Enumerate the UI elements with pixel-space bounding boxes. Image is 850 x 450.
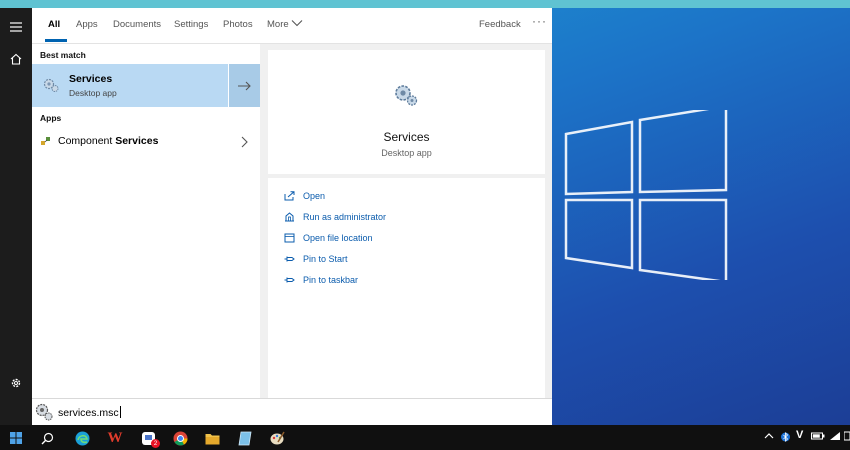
taskbar-search-button[interactable] <box>38 429 56 447</box>
hamburger-icon <box>10 22 22 32</box>
wifi-icon[interactable] <box>829 431 841 441</box>
action-pin-to-start[interactable]: Pin to Start <box>284 251 348 267</box>
action-open-file-location[interactable]: Open file location <box>284 230 373 246</box>
tab-documents[interactable]: Documents <box>113 19 161 30</box>
detail-actions: Open Run as administrator Open file loca… <box>268 178 545 400</box>
tray-vpn-icon[interactable]: V <box>796 429 803 441</box>
start-icon <box>10 432 22 444</box>
more-options-button[interactable]: ··· <box>532 14 547 28</box>
open-details-button[interactable] <box>228 64 260 107</box>
battery-icon[interactable] <box>811 431 825 441</box>
best-match-title: Services <box>69 73 113 85</box>
chevron-down-icon[interactable] <box>291 19 303 27</box>
chrome-icon <box>173 431 187 445</box>
wps-writer-icon: W <box>107 429 123 446</box>
feedback-link[interactable]: Feedback <box>479 19 521 30</box>
services-gears-icon <box>35 403 53 421</box>
search-panel: All Apps Documents Settings Photos More … <box>32 8 552 425</box>
taskbar-notepad[interactable] <box>236 429 254 447</box>
tab-settings[interactable]: Settings <box>174 19 208 30</box>
notepad-icon <box>238 431 252 445</box>
component-services-icon <box>41 137 50 145</box>
run-as-admin-icon <box>285 212 294 222</box>
paint-icon <box>270 431 285 445</box>
notification-badge: 2 <box>151 439 160 448</box>
search-input[interactable]: services.msc <box>58 406 121 419</box>
pin-icon <box>284 277 295 283</box>
search-icon <box>41 432 53 444</box>
bluetooth-icon[interactable] <box>781 431 790 443</box>
best-match-heading: Best match <box>40 50 86 60</box>
action-run-as-administrator[interactable]: Run as administrator <box>284 209 386 225</box>
network-icon[interactable] <box>844 431 850 441</box>
taskbar-paint[interactable] <box>268 429 286 447</box>
services-gears-icon <box>43 78 59 92</box>
taskbar-wps-writer[interactable]: W <box>106 429 124 447</box>
apps-heading: Apps <box>40 113 62 123</box>
edge-icon <box>75 431 89 445</box>
tab-more[interactable]: More <box>267 19 289 30</box>
pin-icon <box>284 256 295 262</box>
detail-subtitle: Desktop app <box>381 148 432 158</box>
folder-icon <box>284 233 295 243</box>
best-match-item[interactable]: Services Desktop app <box>32 64 228 107</box>
taskbar-edge[interactable] <box>73 429 91 447</box>
services-gears-icon <box>395 85 418 106</box>
best-match-subtitle: Desktop app <box>69 88 117 98</box>
start-sidebar <box>0 8 32 425</box>
detail-header: Services Desktop app <box>268 50 545 174</box>
tab-photos[interactable]: Photos <box>223 19 253 30</box>
app-result-label: Component Services <box>58 135 159 147</box>
tab-all[interactable]: All <box>48 19 60 30</box>
taskbar-mail-app[interactable]: 2 <box>139 429 160 448</box>
action-open[interactable]: Open <box>284 188 325 204</box>
windows-logo <box>564 110 728 280</box>
chevron-right-icon <box>241 136 248 148</box>
tab-apps[interactable]: Apps <box>76 19 98 30</box>
action-pin-to-taskbar[interactable]: Pin to taskbar <box>284 272 358 288</box>
arrow-right-icon <box>238 81 251 90</box>
detail-title: Services <box>383 130 430 144</box>
text-caret <box>119 406 121 418</box>
results-list: Best match Services Desktop app Apps Com… <box>32 44 260 398</box>
filter-tabs: All Apps Documents Settings Photos More … <box>32 8 552 44</box>
start-button[interactable] <box>7 429 25 447</box>
window-top-strip <box>0 0 850 8</box>
detail-pane: Services Desktop app Open Run as adminis… <box>268 50 545 404</box>
taskbar-file-explorer[interactable] <box>203 429 221 447</box>
active-tab-indicator <box>45 39 67 42</box>
search-box[interactable]: services.msc <box>32 398 552 425</box>
home-icon <box>10 53 22 65</box>
taskbar: W 2 V <box>0 425 850 450</box>
chevron-up-icon[interactable] <box>764 431 774 441</box>
taskbar-chrome[interactable] <box>171 429 189 447</box>
open-icon <box>284 191 295 201</box>
hamburger-menu-button[interactable] <box>0 11 32 43</box>
app-result-component-services[interactable]: Component Services <box>32 130 260 154</box>
file-explorer-icon <box>205 433 219 444</box>
settings-button[interactable] <box>0 367 32 399</box>
home-button[interactable] <box>0 43 32 75</box>
gear-icon <box>11 378 21 388</box>
